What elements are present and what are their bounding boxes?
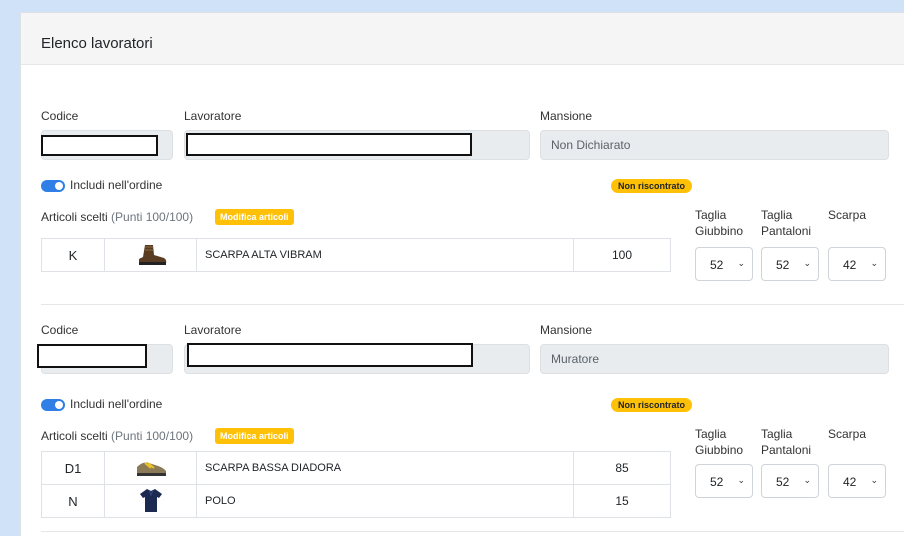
include-toggle[interactable] [41, 399, 65, 411]
mansione-value: Muratore [551, 352, 600, 366]
giubbino-value: 52 [710, 258, 724, 272]
chevron-down-icon: ⌄ [803, 475, 811, 485]
articoli-label: Articoli scelti (Punti 100/100) [41, 210, 193, 224]
pantaloni-value: 52 [776, 258, 790, 272]
low-shoe-icon [104, 451, 197, 485]
status-badge: Non riscontrato [611, 179, 693, 193]
taglia-giubbino-label: Taglia Giubbino [695, 427, 744, 457]
pantaloni-value: 52 [776, 475, 790, 489]
scarpa-select[interactable]: 42 ⌄ [828, 464, 886, 498]
codice-label: Codice [41, 323, 79, 337]
scarpa-label: Scarpa [828, 427, 867, 441]
mansione-label: Mansione [540, 109, 593, 123]
punti-text: (Punti 100/100) [111, 429, 194, 443]
item-name: SCARPA BASSA DIADORA [196, 451, 574, 485]
articoli-scelti-text: Articoli scelti [41, 429, 108, 443]
polo-shirt-icon [104, 484, 197, 518]
table-row: K SCARPA ALTA VIBRAM 100 [41, 238, 671, 272]
scarpa-value: 42 [843, 258, 857, 272]
mansione-label: Mansione [540, 323, 593, 337]
table-row: D1 SCARPA BASSA DIADORA 85 [41, 451, 671, 485]
worker-block-1: Codice Lavoratore Mansione Non Dichiarat… [21, 65, 904, 315]
taglia-pantaloni-label: Taglia Pantaloni [761, 427, 812, 457]
chevron-down-icon: ⌄ [870, 258, 878, 268]
taglia-giubbino-label: Taglia Giubbino [695, 208, 744, 238]
lavoratore-label: Lavoratore [184, 109, 242, 123]
pantaloni-select[interactable]: 52 ⌄ [761, 464, 819, 498]
punti-text: (Punti 100/100) [111, 210, 194, 224]
pantaloni-select[interactable]: 52 ⌄ [761, 247, 819, 281]
card-header: Elenco lavoratori [21, 13, 904, 65]
items-table: K SCARPA ALTA VIBRAM 100 [41, 238, 671, 272]
divider [41, 531, 904, 532]
table-row: N POLO 15 [41, 484, 671, 518]
card-title: Elenco lavoratori [41, 35, 153, 52]
item-name: POLO [196, 484, 574, 518]
taglia-pantaloni-label: Taglia Pantaloni [761, 208, 812, 238]
include-label: Includi nell'ordine [70, 178, 163, 192]
giubbino-value: 52 [710, 475, 724, 489]
include-label: Includi nell'ordine [70, 397, 163, 411]
item-points: 100 [573, 238, 671, 272]
modifica-articoli-button[interactable]: Modifica articoli [215, 209, 294, 225]
item-name: SCARPA ALTA VIBRAM [196, 238, 574, 272]
chevron-down-icon: ⌄ [737, 475, 745, 485]
item-code: N [41, 484, 105, 518]
mansione-field: Non Dichiarato [540, 130, 889, 160]
redacted-codice [37, 344, 147, 368]
mansione-field: Muratore [540, 344, 889, 374]
scarpa-value: 42 [843, 475, 857, 489]
mansione-value: Non Dichiarato [551, 138, 631, 152]
articoli-label: Articoli scelti (Punti 100/100) [41, 429, 193, 443]
chevron-down-icon: ⌄ [803, 258, 811, 268]
redacted-lavoratore [187, 343, 473, 367]
redacted-lavoratore [186, 133, 472, 156]
status-badge: Non riscontrato [611, 398, 693, 412]
lavoratore-label: Lavoratore [184, 323, 242, 337]
item-points: 85 [573, 451, 671, 485]
redacted-codice [41, 135, 158, 156]
scarpa-select[interactable]: 42 ⌄ [828, 247, 886, 281]
high-boot-icon [104, 238, 197, 272]
item-code: D1 [41, 451, 105, 485]
codice-label: Codice [41, 109, 79, 123]
items-table: D1 SCARPA BASSA DIADORA 85 N POLO 15 [41, 451, 671, 518]
scarpa-label: Scarpa [828, 208, 867, 222]
chevron-down-icon: ⌄ [737, 258, 745, 268]
item-points: 15 [573, 484, 671, 518]
articoli-scelti-text: Articoli scelti [41, 210, 108, 224]
item-code: K [41, 238, 105, 272]
workers-card: Elenco lavoratori Codice Lavoratore Mans… [20, 12, 904, 536]
giubbino-select[interactable]: 52 ⌄ [695, 464, 753, 498]
modifica-articoli-button[interactable]: Modifica articoli [215, 428, 294, 444]
include-toggle[interactable] [41, 180, 65, 192]
giubbino-select[interactable]: 52 ⌄ [695, 247, 753, 281]
worker-block-2: Codice Lavoratore Mansione Muratore Incl… [21, 283, 904, 536]
chevron-down-icon: ⌄ [870, 475, 878, 485]
